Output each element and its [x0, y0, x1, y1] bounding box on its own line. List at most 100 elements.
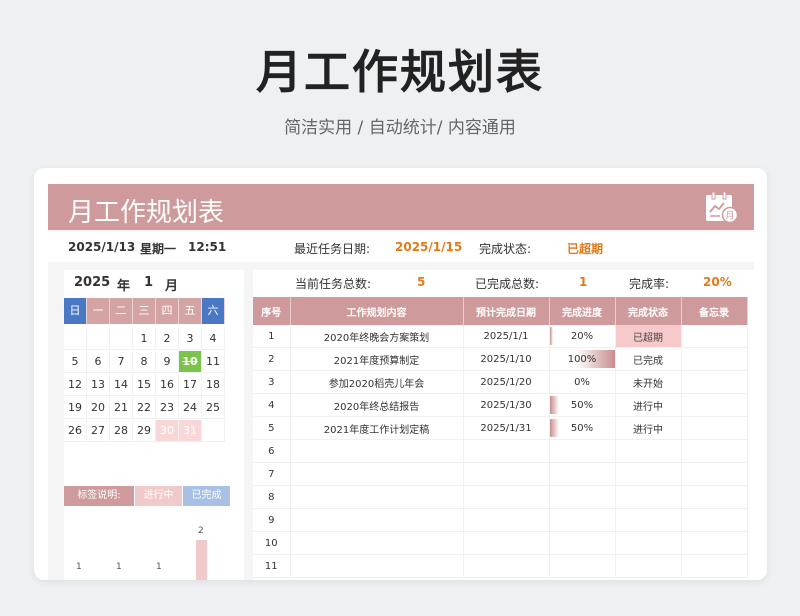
- calendar-day[interactable]: 25: [202, 397, 225, 419]
- table-row[interactable]: 5 2021年度工作计划定稿 2025/1/31 50% 进行中: [253, 416, 748, 440]
- calendar-day[interactable]: 6: [87, 351, 110, 373]
- table-row[interactable]: 1 2020年终晚会方案策划 2025/1/1 20% 已超期: [253, 325, 748, 348]
- task-content[interactable]: [290, 462, 464, 486]
- task-content[interactable]: [290, 485, 464, 509]
- calendar-day[interactable]: 28: [110, 420, 133, 442]
- task-progress[interactable]: 20%: [549, 325, 616, 348]
- task-due-date[interactable]: 2025/1/10: [463, 347, 550, 371]
- task-progress[interactable]: 50%: [549, 393, 616, 417]
- task-memo[interactable]: [681, 462, 748, 486]
- calendar-day[interactable]: 14: [110, 374, 133, 396]
- task-status[interactable]: [615, 531, 682, 555]
- table-row[interactable]: 11: [253, 554, 748, 578]
- calendar-day[interactable]: 20: [87, 397, 110, 419]
- task-progress[interactable]: [549, 508, 616, 532]
- table-row[interactable]: 4 2020年终总结报告 2025/1/30 50% 进行中: [253, 393, 748, 417]
- task-content[interactable]: 2020年终晚会方案策划: [290, 325, 464, 348]
- task-status[interactable]: [615, 508, 682, 532]
- task-due-date[interactable]: 2025/1/20: [463, 370, 550, 394]
- calendar-day[interactable]: 7: [110, 351, 133, 373]
- calendar-day[interactable]: 18: [202, 374, 225, 396]
- task-memo[interactable]: [681, 416, 748, 440]
- calendar-day[interactable]: 22: [133, 397, 156, 419]
- task-status[interactable]: 进行中: [615, 393, 682, 417]
- task-memo[interactable]: [681, 485, 748, 509]
- task-memo[interactable]: [681, 393, 748, 417]
- calendar-month-unit: 月: [165, 279, 179, 294]
- task-status[interactable]: [615, 439, 682, 463]
- task-due-date[interactable]: 2025/1/30: [463, 393, 550, 417]
- task-memo[interactable]: [681, 531, 748, 555]
- calendar-day[interactable]: 4: [202, 328, 225, 350]
- calendar-day[interactable]: 13: [87, 374, 110, 396]
- task-status[interactable]: 未开始: [615, 370, 682, 394]
- task-status[interactable]: [615, 485, 682, 509]
- task-due-date[interactable]: [463, 508, 550, 532]
- task-content[interactable]: 2020年终总结报告: [290, 393, 464, 417]
- task-progress[interactable]: [549, 462, 616, 486]
- task-content[interactable]: [290, 554, 464, 578]
- table-row[interactable]: 8: [253, 485, 748, 509]
- task-due-date[interactable]: 2025/1/1: [463, 325, 550, 348]
- task-content[interactable]: [290, 508, 464, 532]
- task-memo[interactable]: [681, 508, 748, 532]
- table-row[interactable]: 7: [253, 462, 748, 486]
- calendar-day[interactable]: 27: [87, 420, 110, 442]
- calendar-day[interactable]: 31: [179, 420, 202, 442]
- task-progress[interactable]: [549, 531, 616, 555]
- task-progress[interactable]: [549, 485, 616, 509]
- task-progress[interactable]: 100%: [549, 347, 616, 371]
- calendar-day[interactable]: 5: [64, 351, 87, 373]
- task-due-date[interactable]: [463, 462, 550, 486]
- table-row[interactable]: 6: [253, 439, 748, 463]
- calendar-day[interactable]: 23: [156, 397, 179, 419]
- calendar-day[interactable]: 24: [179, 397, 202, 419]
- task-due-date[interactable]: [463, 554, 550, 578]
- task-due-date[interactable]: 2025/1/31: [463, 416, 550, 440]
- table-row[interactable]: 10: [253, 531, 748, 555]
- calendar-day: [87, 328, 110, 350]
- calendar-day[interactable]: 29: [133, 420, 156, 442]
- task-status[interactable]: 已超期: [615, 325, 682, 348]
- calendar-day[interactable]: 12: [64, 374, 87, 396]
- task-status[interactable]: [615, 554, 682, 578]
- task-memo[interactable]: [681, 554, 748, 578]
- calendar-day[interactable]: 1: [133, 328, 156, 350]
- task-progress[interactable]: 50%: [549, 416, 616, 440]
- task-memo[interactable]: [681, 439, 748, 463]
- calendar-day[interactable]: 2: [156, 328, 179, 350]
- calendar-day[interactable]: 26: [64, 420, 87, 442]
- table-row[interactable]: 3 参加2020稻壳儿年会 2025/1/20 0% 未开始: [253, 370, 748, 394]
- task-content[interactable]: [290, 531, 464, 555]
- calendar-day[interactable]: 17: [179, 374, 202, 396]
- task-memo[interactable]: [681, 370, 748, 394]
- calendar-day[interactable]: 10: [179, 351, 202, 373]
- calendar-day[interactable]: 16: [156, 374, 179, 396]
- task-progress[interactable]: [549, 554, 616, 578]
- calendar-day[interactable]: 3: [179, 328, 202, 350]
- calendar-day[interactable]: 30: [156, 420, 179, 442]
- task-progress[interactable]: [549, 439, 616, 463]
- task-due-date[interactable]: [463, 439, 550, 463]
- task-due-date[interactable]: [463, 485, 550, 509]
- table-row[interactable]: 9: [253, 508, 748, 532]
- task-memo[interactable]: [681, 347, 748, 371]
- task-status[interactable]: 已完成: [615, 347, 682, 371]
- weekday-2: 二: [110, 298, 133, 324]
- task-content[interactable]: 2021年度预算制定: [290, 347, 464, 371]
- task-status[interactable]: 进行中: [615, 416, 682, 440]
- table-row[interactable]: 2 2021年度预算制定 2025/1/10 100% 已完成: [253, 347, 748, 371]
- calendar-day[interactable]: 8: [133, 351, 156, 373]
- calendar-day[interactable]: 21: [110, 397, 133, 419]
- calendar-day[interactable]: 9: [156, 351, 179, 373]
- task-content[interactable]: 2021年度工作计划定稿: [290, 416, 464, 440]
- task-content[interactable]: 参加2020稻壳儿年会: [290, 370, 464, 394]
- task-content[interactable]: [290, 439, 464, 463]
- calendar-day[interactable]: 19: [64, 397, 87, 419]
- task-progress[interactable]: 0%: [549, 370, 616, 394]
- calendar-day[interactable]: 15: [133, 374, 156, 396]
- task-due-date[interactable]: [463, 531, 550, 555]
- task-status[interactable]: [615, 462, 682, 486]
- task-memo[interactable]: [681, 325, 748, 348]
- calendar-day[interactable]: 11: [202, 351, 225, 373]
